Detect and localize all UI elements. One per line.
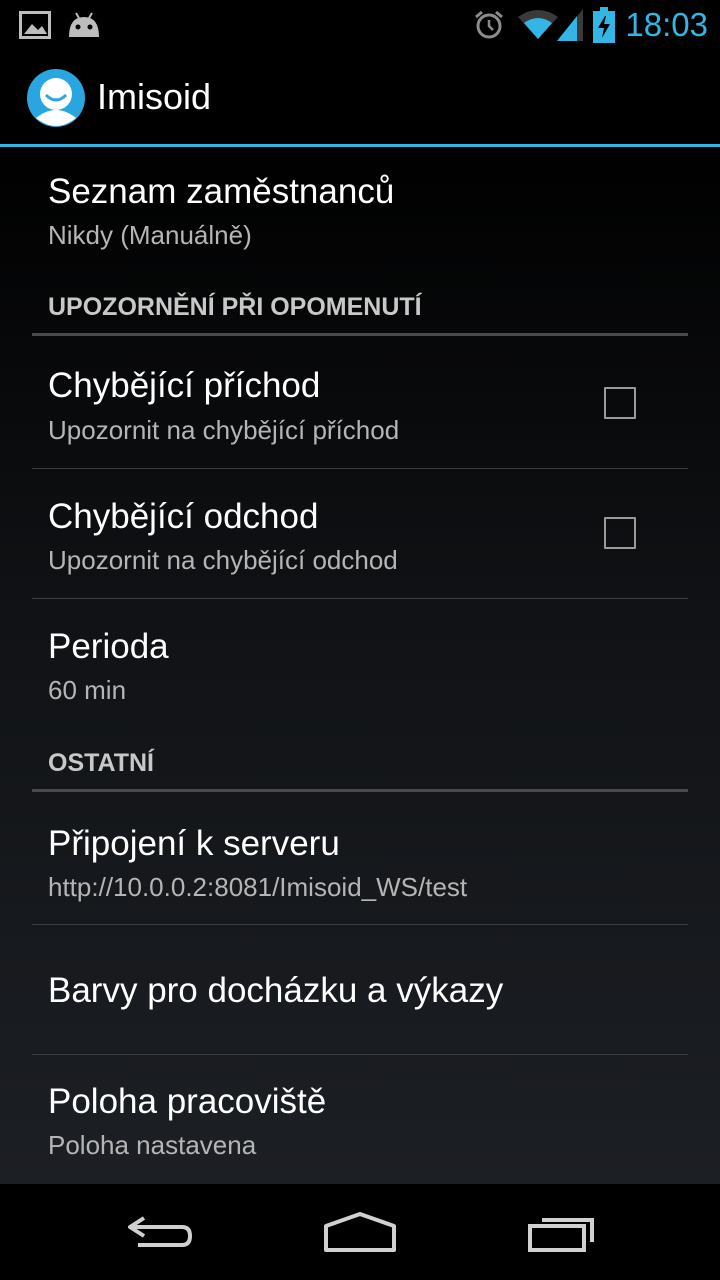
pref-summary: 60 min: [48, 675, 127, 705]
alarm-icon: [472, 0, 506, 50]
pref-title: Připojení k serveru: [48, 824, 340, 863]
clock: 18:03: [625, 6, 708, 43]
app-title: Imisoid: [97, 76, 212, 117]
category-missed-alerts: UPOZORNĚNÍ PŘI OPOMENUTÍ: [48, 293, 422, 321]
missing-departure-checkbox[interactable]: [604, 517, 636, 549]
preferences-list[interactable]: Seznam zaměstnanců Nikdy (Manuálně) UPOZ…: [0, 147, 720, 1184]
pref-title: Seznam zaměstnanců: [48, 172, 395, 211]
navigation-bar: [0, 1184, 720, 1280]
pref-period[interactable]: Perioda 60 min: [0, 599, 720, 733]
picture-icon: [18, 0, 52, 50]
pref-missing-arrival[interactable]: Chybějící příchod Upozornit na chybějící…: [0, 336, 720, 468]
pref-missing-departure[interactable]: Chybějící odchod Upozornit na chybějící …: [0, 469, 720, 598]
pref-summary: Upozornit na chybějící odchod: [48, 545, 398, 575]
status-bar: 18:03: [0, 0, 720, 50]
pref-colors[interactable]: Barvy pro docházku a výkazy: [0, 925, 720, 1054]
pref-workplace-location[interactable]: Poloha pracoviště Poloha nastavena: [0, 1055, 720, 1184]
home-icon[interactable]: [290, 1184, 430, 1280]
pref-server-connection[interactable]: Připojení k serveru http://10.0.0.2:8081…: [0, 792, 720, 924]
pref-summary: http://10.0.0.2:8081/Imisoid_WS/test: [48, 872, 468, 902]
battery-charging-icon: [592, 0, 616, 50]
pref-title: Perioda: [48, 627, 169, 666]
pref-employee-list[interactable]: Seznam zaměstnanců Nikdy (Manuálně): [0, 147, 720, 281]
recent-apps-icon[interactable]: [492, 1184, 632, 1280]
wifi-icon: [516, 0, 560, 50]
pref-summary: Upozornit na chybějící příchod: [48, 415, 400, 445]
category-other: OSTATNÍ: [48, 749, 155, 777]
signal-icon: [556, 0, 584, 50]
pref-title: Barvy pro docházku a výkazy: [48, 971, 504, 1010]
pref-summary: Nikdy (Manuálně): [48, 220, 252, 250]
android-icon: [66, 0, 102, 50]
app-logo-icon[interactable]: [26, 68, 86, 128]
action-bar: Imisoid: [0, 50, 720, 144]
back-icon[interactable]: [90, 1184, 230, 1280]
pref-title: Chybějící příchod: [48, 366, 321, 405]
pref-title: Chybějící odchod: [48, 497, 319, 536]
pref-summary: Poloha nastavena: [48, 1130, 257, 1160]
missing-arrival-checkbox[interactable]: [604, 387, 636, 419]
pref-title: Poloha pracoviště: [48, 1082, 327, 1121]
